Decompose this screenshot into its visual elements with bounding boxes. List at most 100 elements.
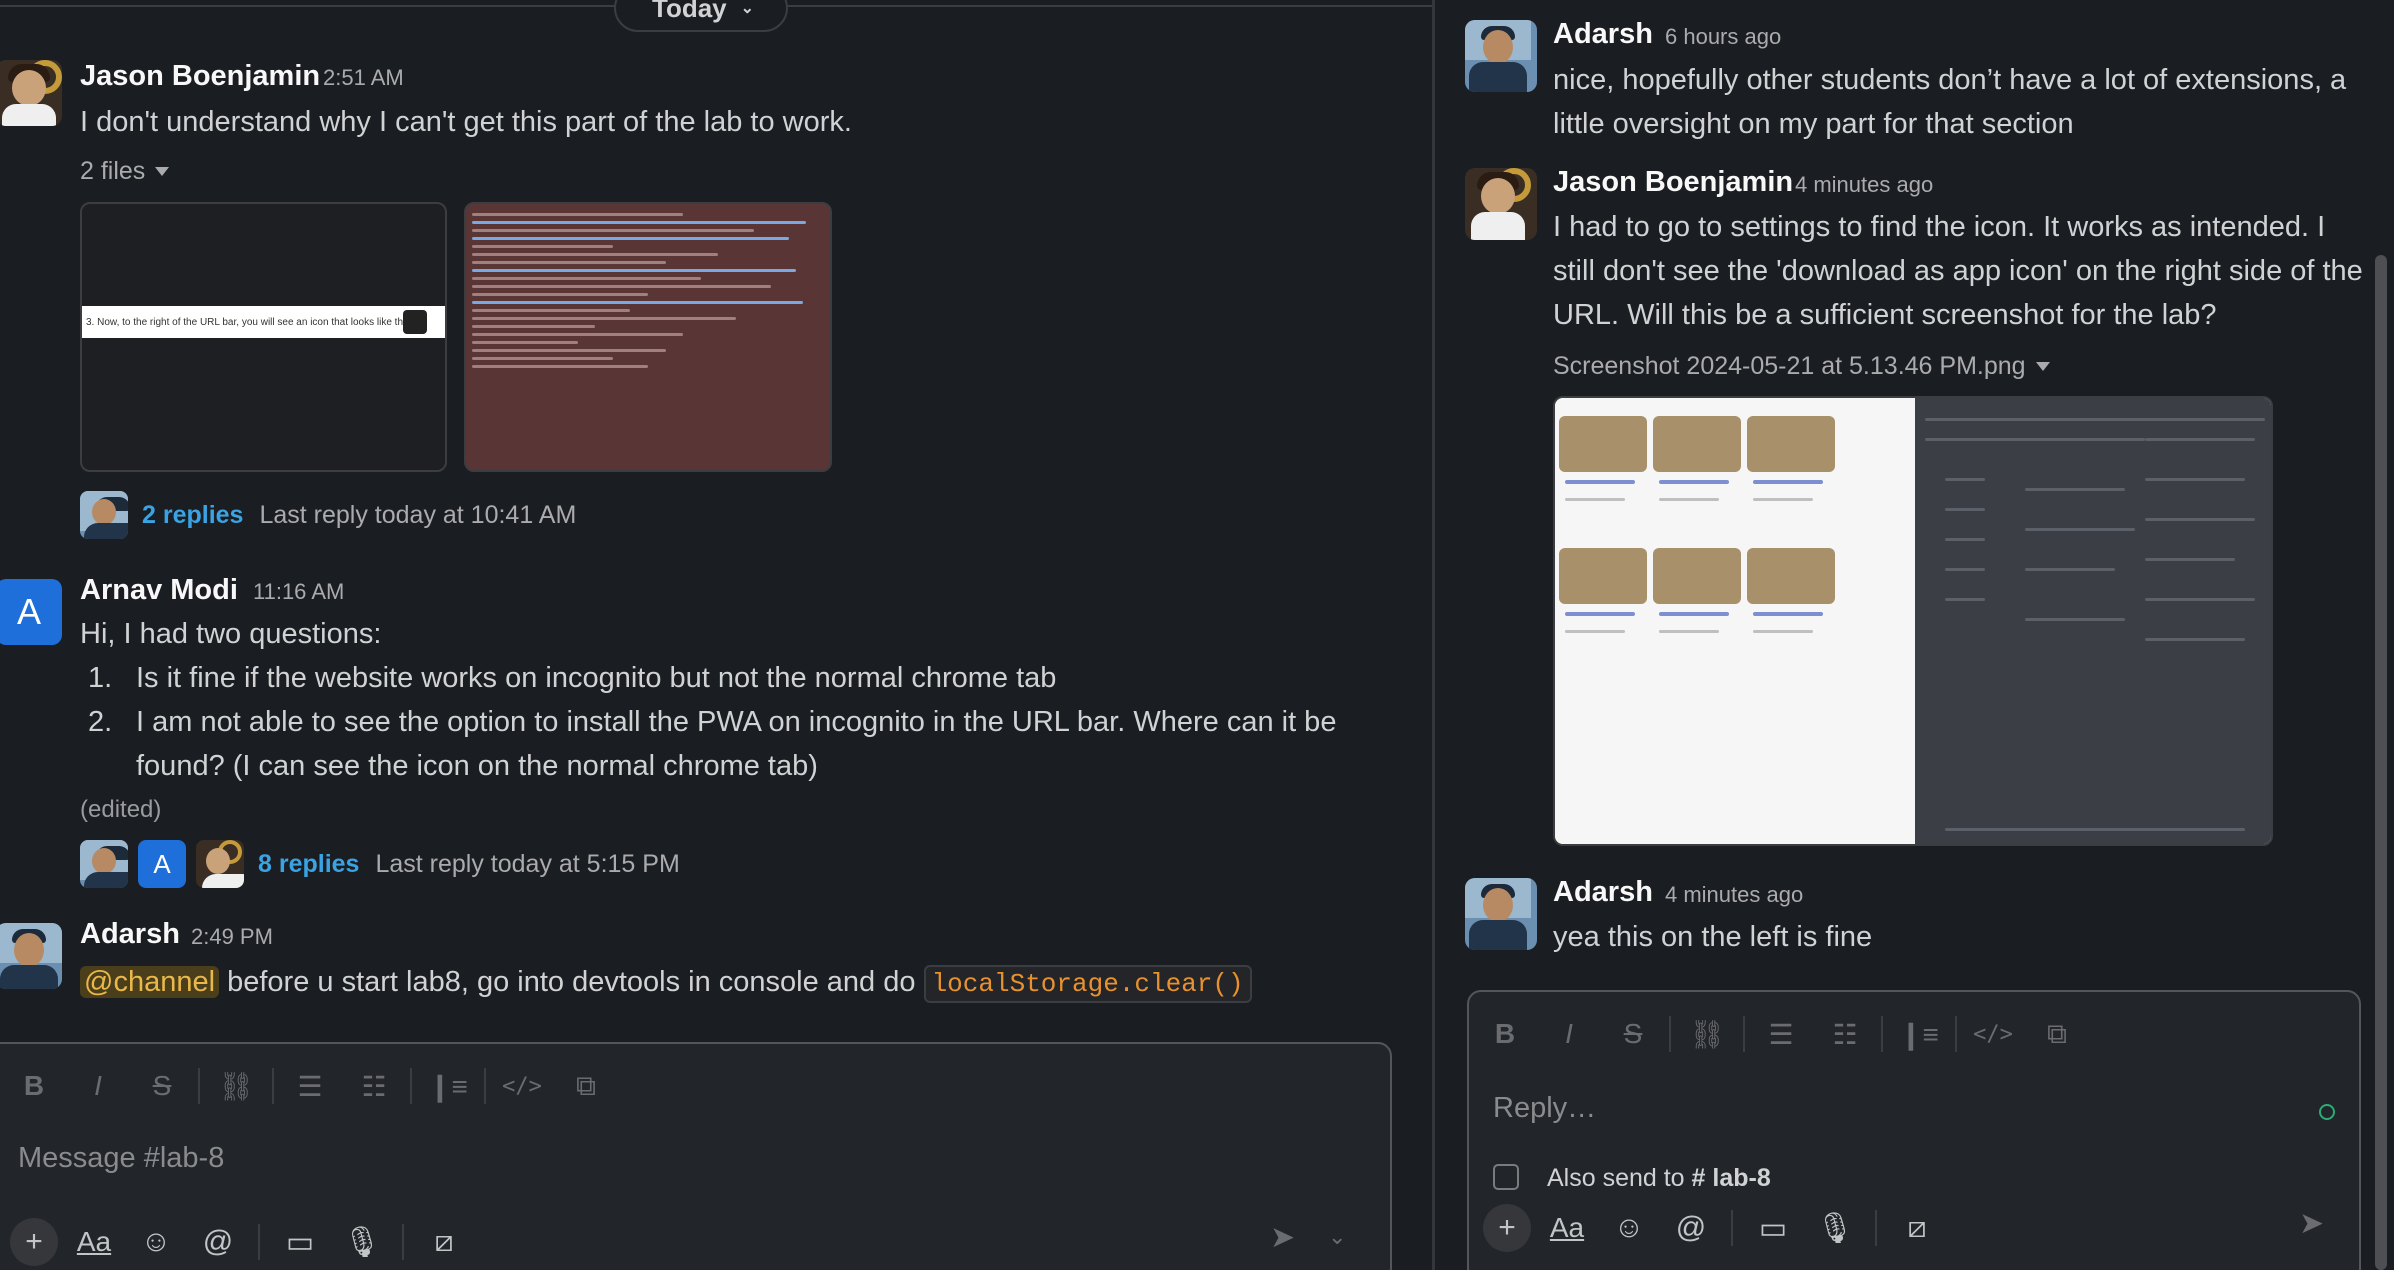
- send-options-chevron-icon[interactable]: ⌄: [1328, 1224, 1346, 1250]
- last-reply-text: Last reply today at 10:41 AM: [259, 500, 577, 529]
- reply-avatar: [80, 491, 128, 539]
- list-item: 1. Is it fine if the website works on inc…: [88, 662, 1057, 694]
- author-name[interactable]: Adarsh: [80, 918, 180, 951]
- mention-icon[interactable]: @: [1665, 1202, 1717, 1254]
- plus-icon[interactable]: +: [10, 1218, 58, 1266]
- format-toolbar: B I S ⛓ ☰ ☷ ❙≡ </> ⧉: [1473, 1012, 2359, 1056]
- send-icon[interactable]: ➤: [2299, 1206, 2324, 1241]
- code-icon[interactable]: </>: [490, 1064, 554, 1108]
- bold-button[interactable]: B: [2, 1064, 66, 1108]
- emoji-icon[interactable]: ☺: [1603, 1202, 1655, 1254]
- file-toggle[interactable]: Screenshot 2024-05-21 at 5.13.46 PM.png: [1553, 352, 2050, 381]
- send-icon[interactable]: ➤: [1270, 1220, 1295, 1255]
- message-text: @channel before u start lab8, go into de…: [80, 960, 1420, 1006]
- message-timestamp[interactable]: 6 hours ago: [1665, 24, 1781, 50]
- mention-icon[interactable]: @: [192, 1216, 244, 1268]
- message-body: before u start lab8, go into devtools in…: [227, 966, 916, 998]
- author-name[interactable]: Adarsh: [1553, 18, 1653, 51]
- strikethrough-button[interactable]: S: [130, 1064, 194, 1108]
- ordered-list-icon[interactable]: ☰: [1749, 1012, 1813, 1056]
- link-icon[interactable]: ⛓: [1675, 1012, 1739, 1056]
- author-name[interactable]: Arnav Modi: [80, 574, 238, 607]
- blockquote-icon[interactable]: ❙≡: [416, 1064, 480, 1108]
- file-preview-text: 3. Now, to the right of the URL bar, you…: [82, 306, 445, 338]
- channel-mention[interactable]: @channel: [80, 966, 220, 998]
- avatar[interactable]: [1465, 168, 1537, 240]
- thread-pane: Adarsh 6 hours ago nice, hopefully other…: [1435, 0, 2394, 1270]
- video-icon[interactable]: ▭: [274, 1216, 326, 1268]
- message-input[interactable]: Message #lab-8: [18, 1142, 224, 1175]
- list-item: 2. I am not able to see the option to ins…: [88, 706, 1337, 782]
- avatar[interactable]: A: [0, 579, 62, 645]
- message-timestamp[interactable]: 2:49 PM: [191, 924, 273, 950]
- message-text: I had to go to settings to find the icon…: [1553, 211, 2363, 331]
- ordered-list-icon[interactable]: ☰: [278, 1064, 342, 1108]
- last-reply-text: Last reply today at 5:15 PM: [375, 849, 680, 878]
- microphone-icon[interactable]: 🎙: [1809, 1202, 1861, 1254]
- message-timestamp[interactable]: 4 minutes ago: [1665, 882, 1803, 908]
- also-send-label[interactable]: Also send to # lab-8: [1547, 1164, 1771, 1193]
- bulleted-list-icon[interactable]: ☷: [342, 1064, 406, 1108]
- blockquote-icon[interactable]: ❙≡: [1887, 1012, 1951, 1056]
- reply-input[interactable]: Reply…: [1493, 1092, 1596, 1125]
- file-thumbnail[interactable]: [464, 202, 832, 472]
- link-icon[interactable]: ⛓: [204, 1064, 268, 1108]
- plus-icon[interactable]: +: [1483, 1204, 1531, 1252]
- caret-down-icon: [155, 167, 170, 176]
- message-timestamp[interactable]: 11:16 AM: [253, 579, 344, 605]
- screenshot-left: [1555, 398, 1915, 844]
- inline-code: localStorage.clear(): [923, 965, 1252, 1003]
- bold-button[interactable]: B: [1473, 1012, 1537, 1056]
- author-name[interactable]: Adarsh: [1553, 876, 1653, 909]
- replies-count-link[interactable]: 2 replies: [142, 501, 243, 530]
- reply-avatar: A: [138, 840, 186, 888]
- reply-composer: B I S ⛓ ☰ ☷ ❙≡ </> ⧉ Reply… Also send to…: [1467, 990, 2361, 1270]
- message-composer: B I S ⛓ ☰ ☷ ❙≡ </> ⧉ Message #lab-8 + Aa…: [0, 1042, 1392, 1270]
- thread-replies[interactable]: 2 replies Last reply today at 10:41 AM: [80, 491, 576, 539]
- code-block-icon[interactable]: ⧉: [554, 1064, 618, 1108]
- install-icon: [403, 310, 427, 334]
- code-block-icon[interactable]: ⧉: [2025, 1012, 2089, 1056]
- online-status-icon: [2319, 1104, 2335, 1120]
- italic-button[interactable]: I: [66, 1064, 130, 1108]
- message-timestamp[interactable]: 4 minutes ago: [1795, 172, 1933, 198]
- channel-name: # lab-8: [1691, 1164, 1771, 1192]
- strikethrough-button[interactable]: S: [1601, 1012, 1665, 1056]
- formatting-toggle[interactable]: Aa: [1541, 1202, 1593, 1254]
- day-divider-label: Today: [652, 0, 727, 23]
- message-text: nice, hopefully other students don’t hav…: [1553, 64, 2347, 140]
- author-name[interactable]: Jason Boenjamin: [1553, 166, 1793, 199]
- caret-down-icon: [2035, 362, 2050, 371]
- slack-window: Today ⌄ Jason Boenjamin 2:51 AM I don't …: [0, 0, 2394, 1270]
- italic-button[interactable]: I: [1537, 1012, 1601, 1056]
- thread-scrollbar[interactable]: [2375, 255, 2387, 1270]
- message-timestamp[interactable]: 2:51 AM: [323, 65, 404, 91]
- composer-actions: + Aa ☺ @ ▭ 🎙 ⧄: [10, 1216, 470, 1268]
- emoji-icon[interactable]: ☺: [130, 1216, 182, 1268]
- avatar[interactable]: [0, 923, 62, 989]
- files-toggle[interactable]: 2 files: [80, 157, 170, 186]
- file-name: Screenshot 2024-05-21 at 5.13.46 PM.png: [1553, 352, 2026, 380]
- avatar[interactable]: [0, 60, 62, 126]
- replies-count-link[interactable]: 8 replies: [258, 850, 359, 879]
- thread-replies[interactable]: A 8 replies Last reply today at 5:15 PM: [80, 840, 680, 888]
- message-text: Hi, I had two questions:: [80, 618, 382, 650]
- reply-avatar: [196, 840, 244, 888]
- shortcut-icon[interactable]: ⧄: [418, 1216, 470, 1268]
- bulleted-list-icon[interactable]: ☷: [1813, 1012, 1877, 1056]
- avatar[interactable]: [1465, 878, 1537, 950]
- also-send-checkbox[interactable]: [1493, 1164, 1519, 1190]
- video-icon[interactable]: ▭: [1747, 1202, 1799, 1254]
- formatting-toggle[interactable]: Aa: [68, 1216, 120, 1268]
- chevron-down-icon: ⌄: [740, 0, 755, 17]
- day-divider-button[interactable]: Today ⌄: [614, 0, 789, 32]
- screenshot-preview[interactable]: [1553, 396, 2273, 846]
- channel-pane: Today ⌄ Jason Boenjamin 2:51 AM I don't …: [0, 0, 1432, 1270]
- format-toolbar: B I S ⛓ ☰ ☷ ❙≡ </> ⧉: [2, 1064, 1390, 1108]
- avatar[interactable]: [1465, 20, 1537, 92]
- code-icon[interactable]: </>: [1961, 1012, 2025, 1056]
- microphone-icon[interactable]: 🎙: [336, 1216, 388, 1268]
- shortcut-icon[interactable]: ⧄: [1891, 1202, 1943, 1254]
- author-name[interactable]: Jason Boenjamin: [80, 60, 320, 93]
- file-thumbnail[interactable]: 3. Now, to the right of the URL bar, you…: [80, 202, 447, 472]
